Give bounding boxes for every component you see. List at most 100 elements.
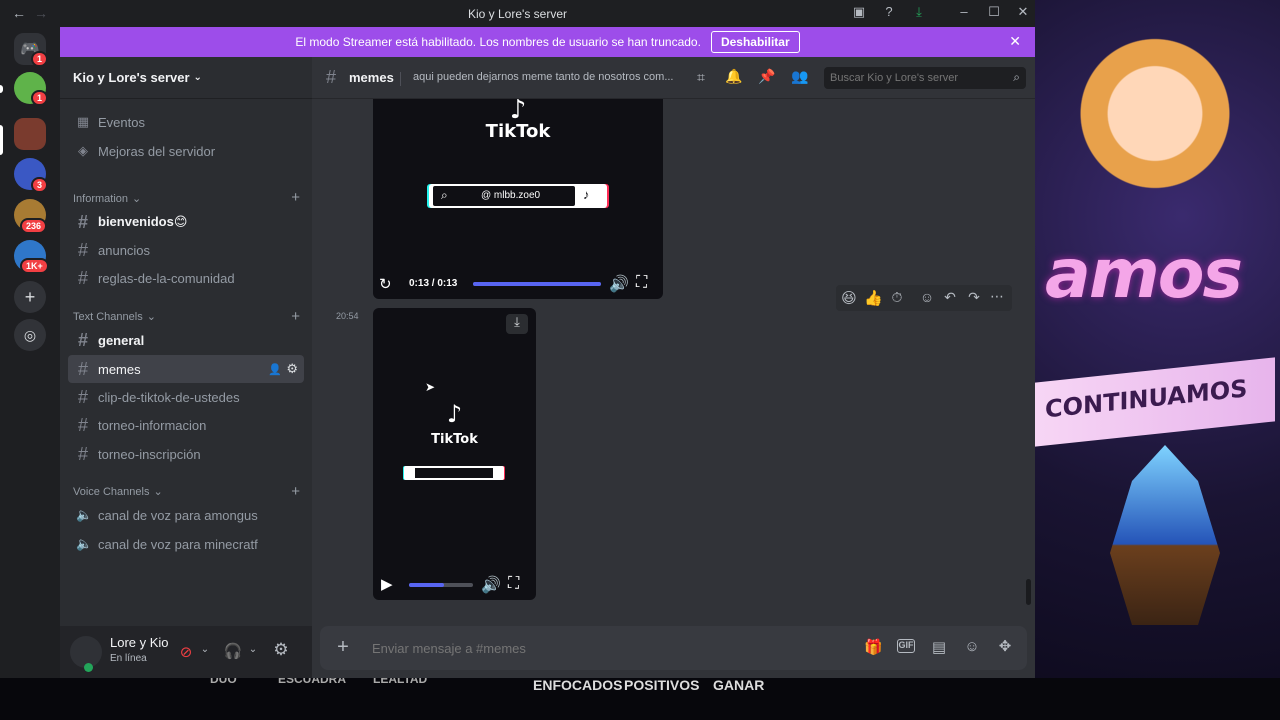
channel-torneo-inscripcion[interactable]: # torneo-inscripción xyxy=(68,440,304,468)
username: Lore y Kio xyxy=(110,635,169,650)
channel-reglas[interactable]: # reglas-de-la-comunidad xyxy=(68,264,304,292)
notification-badge: 1K+ xyxy=(20,258,49,274)
emoji-icon[interactable]: ☺ xyxy=(963,638,981,655)
fullscreen-icon[interactable]: ⛶ xyxy=(508,575,519,593)
close-banner-icon[interactable]: ✕ xyxy=(1009,33,1021,50)
server-icon-active[interactable] xyxy=(14,118,46,150)
hash-icon: # xyxy=(77,358,88,379)
notification-badge: 1 xyxy=(31,90,49,106)
video-progress-track[interactable] xyxy=(473,282,601,286)
replay-icon[interactable]: ↻ xyxy=(379,275,392,293)
search-icon: ⌕ xyxy=(1013,70,1020,84)
chat-area: # memes aqui pueden dejarnos meme tanto … xyxy=(312,57,1035,678)
inbox-icon[interactable]: ▣ xyxy=(850,4,868,20)
channel-memes[interactable]: # memes 👤 ⚙ xyxy=(68,355,304,383)
add-server-icon[interactable]: + xyxy=(14,281,46,313)
search-input[interactable] xyxy=(830,70,1000,86)
reply-icon[interactable]: ↶ xyxy=(941,289,959,306)
video-attachment-1[interactable]: ♪ TikTok ⌕ @ mlbb.zoe0 ♪ ↻ 0:13 / 0:13 🔊… xyxy=(373,99,663,299)
channel-clip-tiktok[interactable]: # clip-de-tiktok-de-ustedes xyxy=(68,383,304,411)
close-window-button[interactable]: ✕ xyxy=(1014,4,1032,20)
create-channel-icon[interactable]: + xyxy=(291,189,300,206)
selected-pill xyxy=(0,125,3,155)
handle-field: ⌕ @ mlbb.zoe0 xyxy=(433,186,575,206)
channel-header: # memes aqui pueden dejarnos meme tanto … xyxy=(312,57,1035,99)
bg-tab: GANAR xyxy=(713,677,765,693)
forward-icon[interactable]: ↷ xyxy=(965,289,983,306)
pin-icon[interactable]: 📌 xyxy=(758,68,776,85)
discover-compass-icon[interactable]: ◎ xyxy=(14,319,46,351)
channel-anuncios[interactable]: # anuncios xyxy=(68,236,304,264)
create-channel-icon[interactable]: + xyxy=(291,483,300,500)
hash-icon: # xyxy=(77,414,88,435)
mouse-cursor-icon: ➤ xyxy=(425,380,436,394)
emoji-reaction-laugh-icon[interactable]: 😆 xyxy=(840,289,858,307)
tiktok-handle-bar: ⌕ @ mlbb.zoe0 ♪ xyxy=(429,184,607,208)
member-list-icon[interactable]: 👥 xyxy=(791,68,809,85)
sticker-icon[interactable]: ▤ xyxy=(930,638,948,656)
chevron-down-icon: ⌄ xyxy=(153,486,163,498)
add-member-icon[interactable]: 👤 xyxy=(268,363,282,376)
tiktok-logo-text: TikTok xyxy=(431,432,478,447)
download-icon[interactable]: ⤓ xyxy=(910,4,928,20)
bell-icon[interactable]: 🔔 xyxy=(725,68,743,85)
play-icon[interactable]: ▶ xyxy=(381,575,393,593)
header-divider xyxy=(400,72,401,86)
server-name: Kio y Lore's server xyxy=(73,70,190,85)
help-icon[interactable]: ? xyxy=(880,4,898,19)
maximize-button[interactable]: ☐ xyxy=(985,4,1003,20)
voice-channel-minecraft[interactable]: 🔈 canal de voz para minecratf xyxy=(68,530,304,558)
emoji-reaction-timer-icon[interactable]: ⏱ xyxy=(888,289,906,306)
channel-bienvenidos[interactable]: # bienvenidos😊 xyxy=(68,208,304,236)
search-icon: ⌕ xyxy=(441,188,448,202)
channel-sidebar: Kio y Lore's server ⌄ 👤 ▦Eventos ◈Mejora… xyxy=(60,57,362,678)
tiktok-note-icon: ♪ xyxy=(583,187,590,202)
chevron-down-icon: ⌄ xyxy=(132,193,142,205)
tiktok-handle: @ mlbb.zoe0 xyxy=(481,190,541,201)
server-header[interactable]: Kio y Lore's server ⌄ 👤 xyxy=(60,57,362,99)
sidebar-item-events[interactable]: ▦ Eventos xyxy=(68,108,304,136)
mic-muted-icon[interactable]: ⊘ xyxy=(176,643,196,661)
scrollbar-thumb[interactable] xyxy=(1026,579,1031,605)
bg-banner-word: amos xyxy=(1045,235,1243,314)
chevron-down-icon[interactable]: ⌄ xyxy=(248,644,258,655)
message-input[interactable] xyxy=(372,639,812,657)
video-controls: ▶ 🔊 ⛶ xyxy=(373,570,536,600)
user-status: En línea xyxy=(110,653,147,664)
fullscreen-icon[interactable]: ⛶ xyxy=(636,274,647,292)
channel-topic[interactable]: aqui pueden dejarnos meme tanto de nosot… xyxy=(413,71,674,83)
server-list: 🎮 1 1 3 236 1K+ + ◎ xyxy=(0,27,60,678)
threads-icon[interactable]: ⌗ xyxy=(692,69,710,86)
emoji-reaction-thumbsup-icon[interactable]: 👍 xyxy=(864,289,883,307)
sidebar-item-boosts[interactable]: ◈ Mejoras del servidor xyxy=(68,137,304,165)
headphones-icon[interactable]: 🎧 xyxy=(223,642,243,660)
tiktok-note-icon: ♪ xyxy=(446,400,463,428)
gift-icon[interactable]: 🎁 xyxy=(864,638,883,656)
search-box[interactable]: ⌕ xyxy=(824,67,1026,89)
gear-icon[interactable]: ⚙ xyxy=(286,361,298,377)
channel-general[interactable]: # general xyxy=(68,326,304,354)
category-information[interactable]: Information ⌄ xyxy=(73,192,142,206)
chevron-down-icon: ⌄ xyxy=(193,72,202,83)
category-text-channels[interactable]: Text Channels ⌄ xyxy=(73,310,156,324)
disable-streamer-button[interactable]: Deshabilitar xyxy=(710,31,800,53)
user-panel: Lore y Kio En línea ⊘ ⌄ 🎧 ⌄ ⚙ xyxy=(60,626,312,678)
chevron-down-icon[interactable]: ⌄ xyxy=(200,644,210,655)
download-icon[interactable]: ⤓ xyxy=(506,314,528,334)
voice-channel-amongus[interactable]: 🔈 canal de voz para amongus xyxy=(68,501,304,529)
gif-icon[interactable]: GIF xyxy=(897,639,915,653)
add-reaction-icon[interactable]: ☺ xyxy=(918,289,936,305)
apps-icon[interactable]: ✥ xyxy=(996,637,1014,655)
user-settings-gear-icon[interactable]: ⚙ xyxy=(270,640,292,660)
attach-plus-icon[interactable]: + xyxy=(332,636,354,659)
category-voice-channels[interactable]: Voice Channels ⌄ xyxy=(73,485,163,499)
channel-torneo-informacion[interactable]: # torneo-informacion xyxy=(68,411,304,439)
video-volume-track[interactable] xyxy=(409,583,473,587)
minimize-button[interactable]: – xyxy=(955,4,973,19)
volume-icon[interactable]: 🔊 xyxy=(481,575,501,595)
more-options-icon[interactable]: ⋯ xyxy=(988,288,1006,305)
create-channel-icon[interactable]: + xyxy=(291,308,300,325)
volume-icon[interactable]: 🔊 xyxy=(609,274,629,294)
boost-icon: ◈ xyxy=(78,143,88,158)
video-attachment-2[interactable]: ⤓ ➤ ♪ TikTok ▶ 🔊 ⛶ xyxy=(373,308,536,600)
